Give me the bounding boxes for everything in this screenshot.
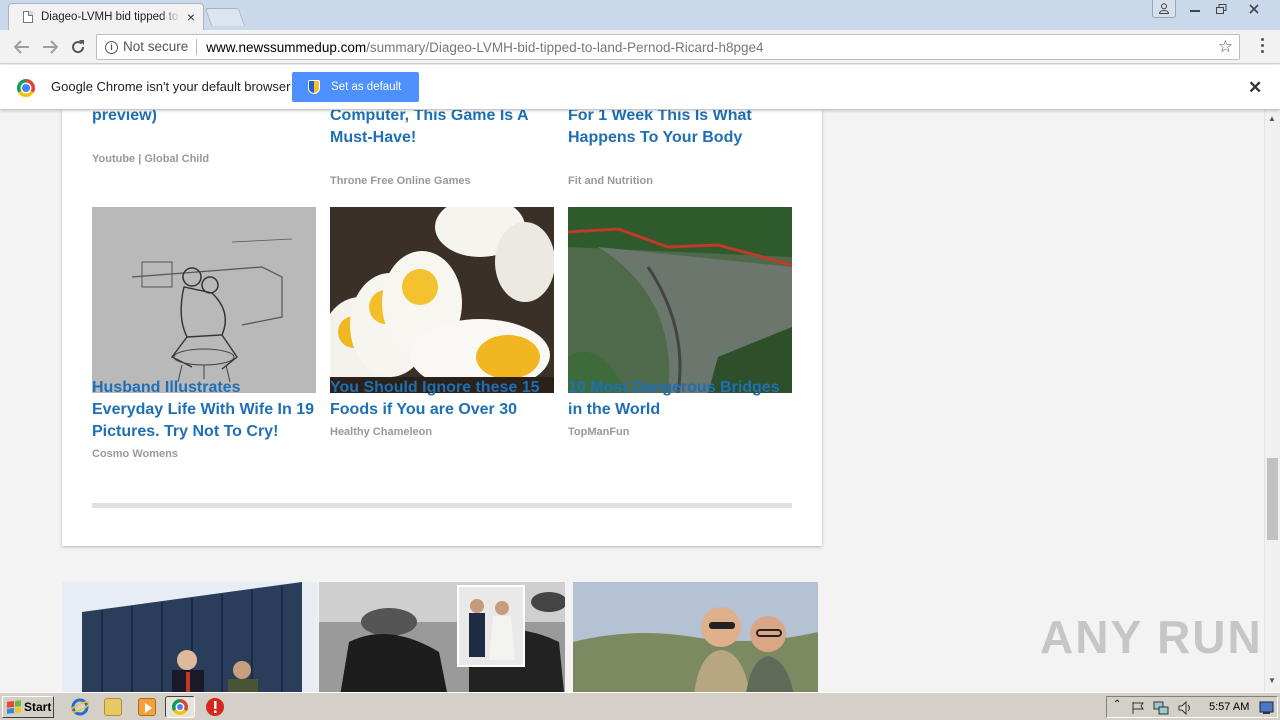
bookmark-star-icon[interactable]: ☆ [1218,37,1233,57]
eggs-thumbnail[interactable] [330,207,554,393]
ie-glyph [70,698,90,716]
content-title[interactable]: Husband Illustrates Everyday Life With W… [92,377,316,443]
network-icon[interactable] [1153,700,1169,716]
content-source: Cosmo Womens [92,448,178,460]
flag-icon[interactable] [1131,701,1145,715]
anyrun-watermark: ANY RUN [1040,611,1263,663]
close-window-button[interactable] [1234,0,1274,18]
minimize-icon [1190,10,1200,12]
antivirus-alert-icon[interactable] [206,698,224,716]
news-photo-border-wall[interactable] [62,582,318,692]
section-divider [92,503,792,508]
user-icon [1159,3,1169,14]
browser-toolbar: i Not secure www.newssummedup.com /summa… [0,30,1280,64]
infobar-close-icon[interactable]: ✕ [1248,78,1262,98]
content-title[interactable]: If You're Over 50 And Own A Computer, Th… [330,110,554,149]
scroll-up-arrow-icon[interactable]: ▲ [1268,114,1276,123]
url-host: www.newssummedup.com [206,39,367,55]
royals-photo [319,582,565,692]
sketch-illustration [92,207,316,393]
forward-arrow-icon [43,40,58,54]
windows-taskbar: Start ⌃ 5:57 AM [0,692,1280,720]
back-button[interactable] [12,37,32,57]
content-title[interactable]: Global Child INDIA (sneak preview) [92,110,316,127]
content-title[interactable]: 10 Most Dangerous Bridges in the World [568,377,792,421]
file-explorer-icon[interactable] [104,698,122,716]
start-button[interactable]: Start [2,696,54,718]
minimize-button[interactable] [1182,0,1208,18]
clock[interactable]: 5:57 AM [1209,701,1249,713]
content-source: Fit and Nutrition [568,175,653,187]
new-tab-button[interactable] [204,8,246,26]
page-viewport: Global Child INDIA (sneak preview) Youtu… [0,110,1264,692]
content-source: Youtube | Global Child [92,153,210,165]
bridge-illustration [568,207,792,393]
url-path: /summary/Diageo-LVMH-bid-tipped-to-land-… [366,39,764,55]
content-title[interactable]: If You Eat 3 Dates Everyday For 1 Week T… [568,110,792,149]
media-player-icon[interactable] [138,698,156,716]
forward-button[interactable] [40,37,60,57]
windows-logo-icon [7,700,21,714]
tab-title: Diageo-LVMH bid tipped to land Pernod-Ri… [41,11,181,23]
set-as-default-label: Set as default [331,81,402,93]
internet-explorer-icon[interactable] [70,698,90,716]
content-title[interactable]: You Should Ignore these 15 Foods if You … [330,377,554,421]
close-tab-icon[interactable]: × [187,9,195,25]
page-scrollbar[interactable]: ▲ ▼ [1264,110,1280,692]
news-photo-friends[interactable] [573,582,818,692]
chrome-icon [172,699,188,715]
border-wall-photo [62,582,318,692]
start-label: Start [24,700,52,714]
show-desktop-icon[interactable] [1259,701,1275,715]
content-source: Healthy Chameleon [330,426,433,438]
chrome-taskbar-button[interactable] [165,696,195,718]
scroll-down-arrow-icon[interactable]: ▼ [1268,676,1276,685]
show-hidden-icons-icon[interactable]: ⌃ [1113,699,1121,710]
default-browser-infobar: Google Chrome isn't your default browser… [0,65,1280,110]
close-icon [1249,4,1259,14]
bridge-thumbnail[interactable] [568,207,792,393]
sketch-thumbnail[interactable] [92,207,316,393]
document-icon [23,11,33,23]
exclamation-glyph [214,701,217,713]
content-source: Throne Free Online Games [330,175,471,187]
reload-icon [72,40,85,54]
friends-photo [573,582,818,692]
system-tray: ⌃ 5:57 AM [1106,696,1278,718]
window-controls [1182,0,1274,18]
uac-shield-icon [308,80,320,94]
user-profile-button[interactable] [1152,0,1176,18]
browser-titlebar: Diageo-LVMH bid tipped to land Pernod-Ri… [0,0,1280,30]
restore-button[interactable] [1208,0,1234,18]
eggs-illustration [330,207,554,393]
news-photo-royals[interactable] [319,582,565,692]
restore-icon [1215,4,1226,14]
not-secure-label[interactable]: Not secure [123,39,198,55]
scrollbar-thumb[interactable] [1267,458,1278,540]
volume-icon[interactable] [1177,700,1193,716]
chrome-logo-icon [17,79,35,97]
content-source: TopManFun [568,426,630,438]
infobar-message: Google Chrome isn't your default browser [51,79,291,94]
reload-button[interactable] [68,37,88,57]
browser-tab[interactable]: Diageo-LVMH bid tipped to land Pernod-Ri… [8,3,204,30]
play-glyph [145,703,152,713]
chrome-menu-icon[interactable] [1254,38,1270,53]
info-icon[interactable]: i [105,40,118,54]
back-arrow-icon [14,40,29,54]
address-bar[interactable]: i Not secure www.newssummedup.com /summa… [96,34,1240,60]
set-as-default-button[interactable]: Set as default [292,72,419,102]
recommended-content-card: Global Child INDIA (sneak preview) Youtu… [62,110,822,546]
